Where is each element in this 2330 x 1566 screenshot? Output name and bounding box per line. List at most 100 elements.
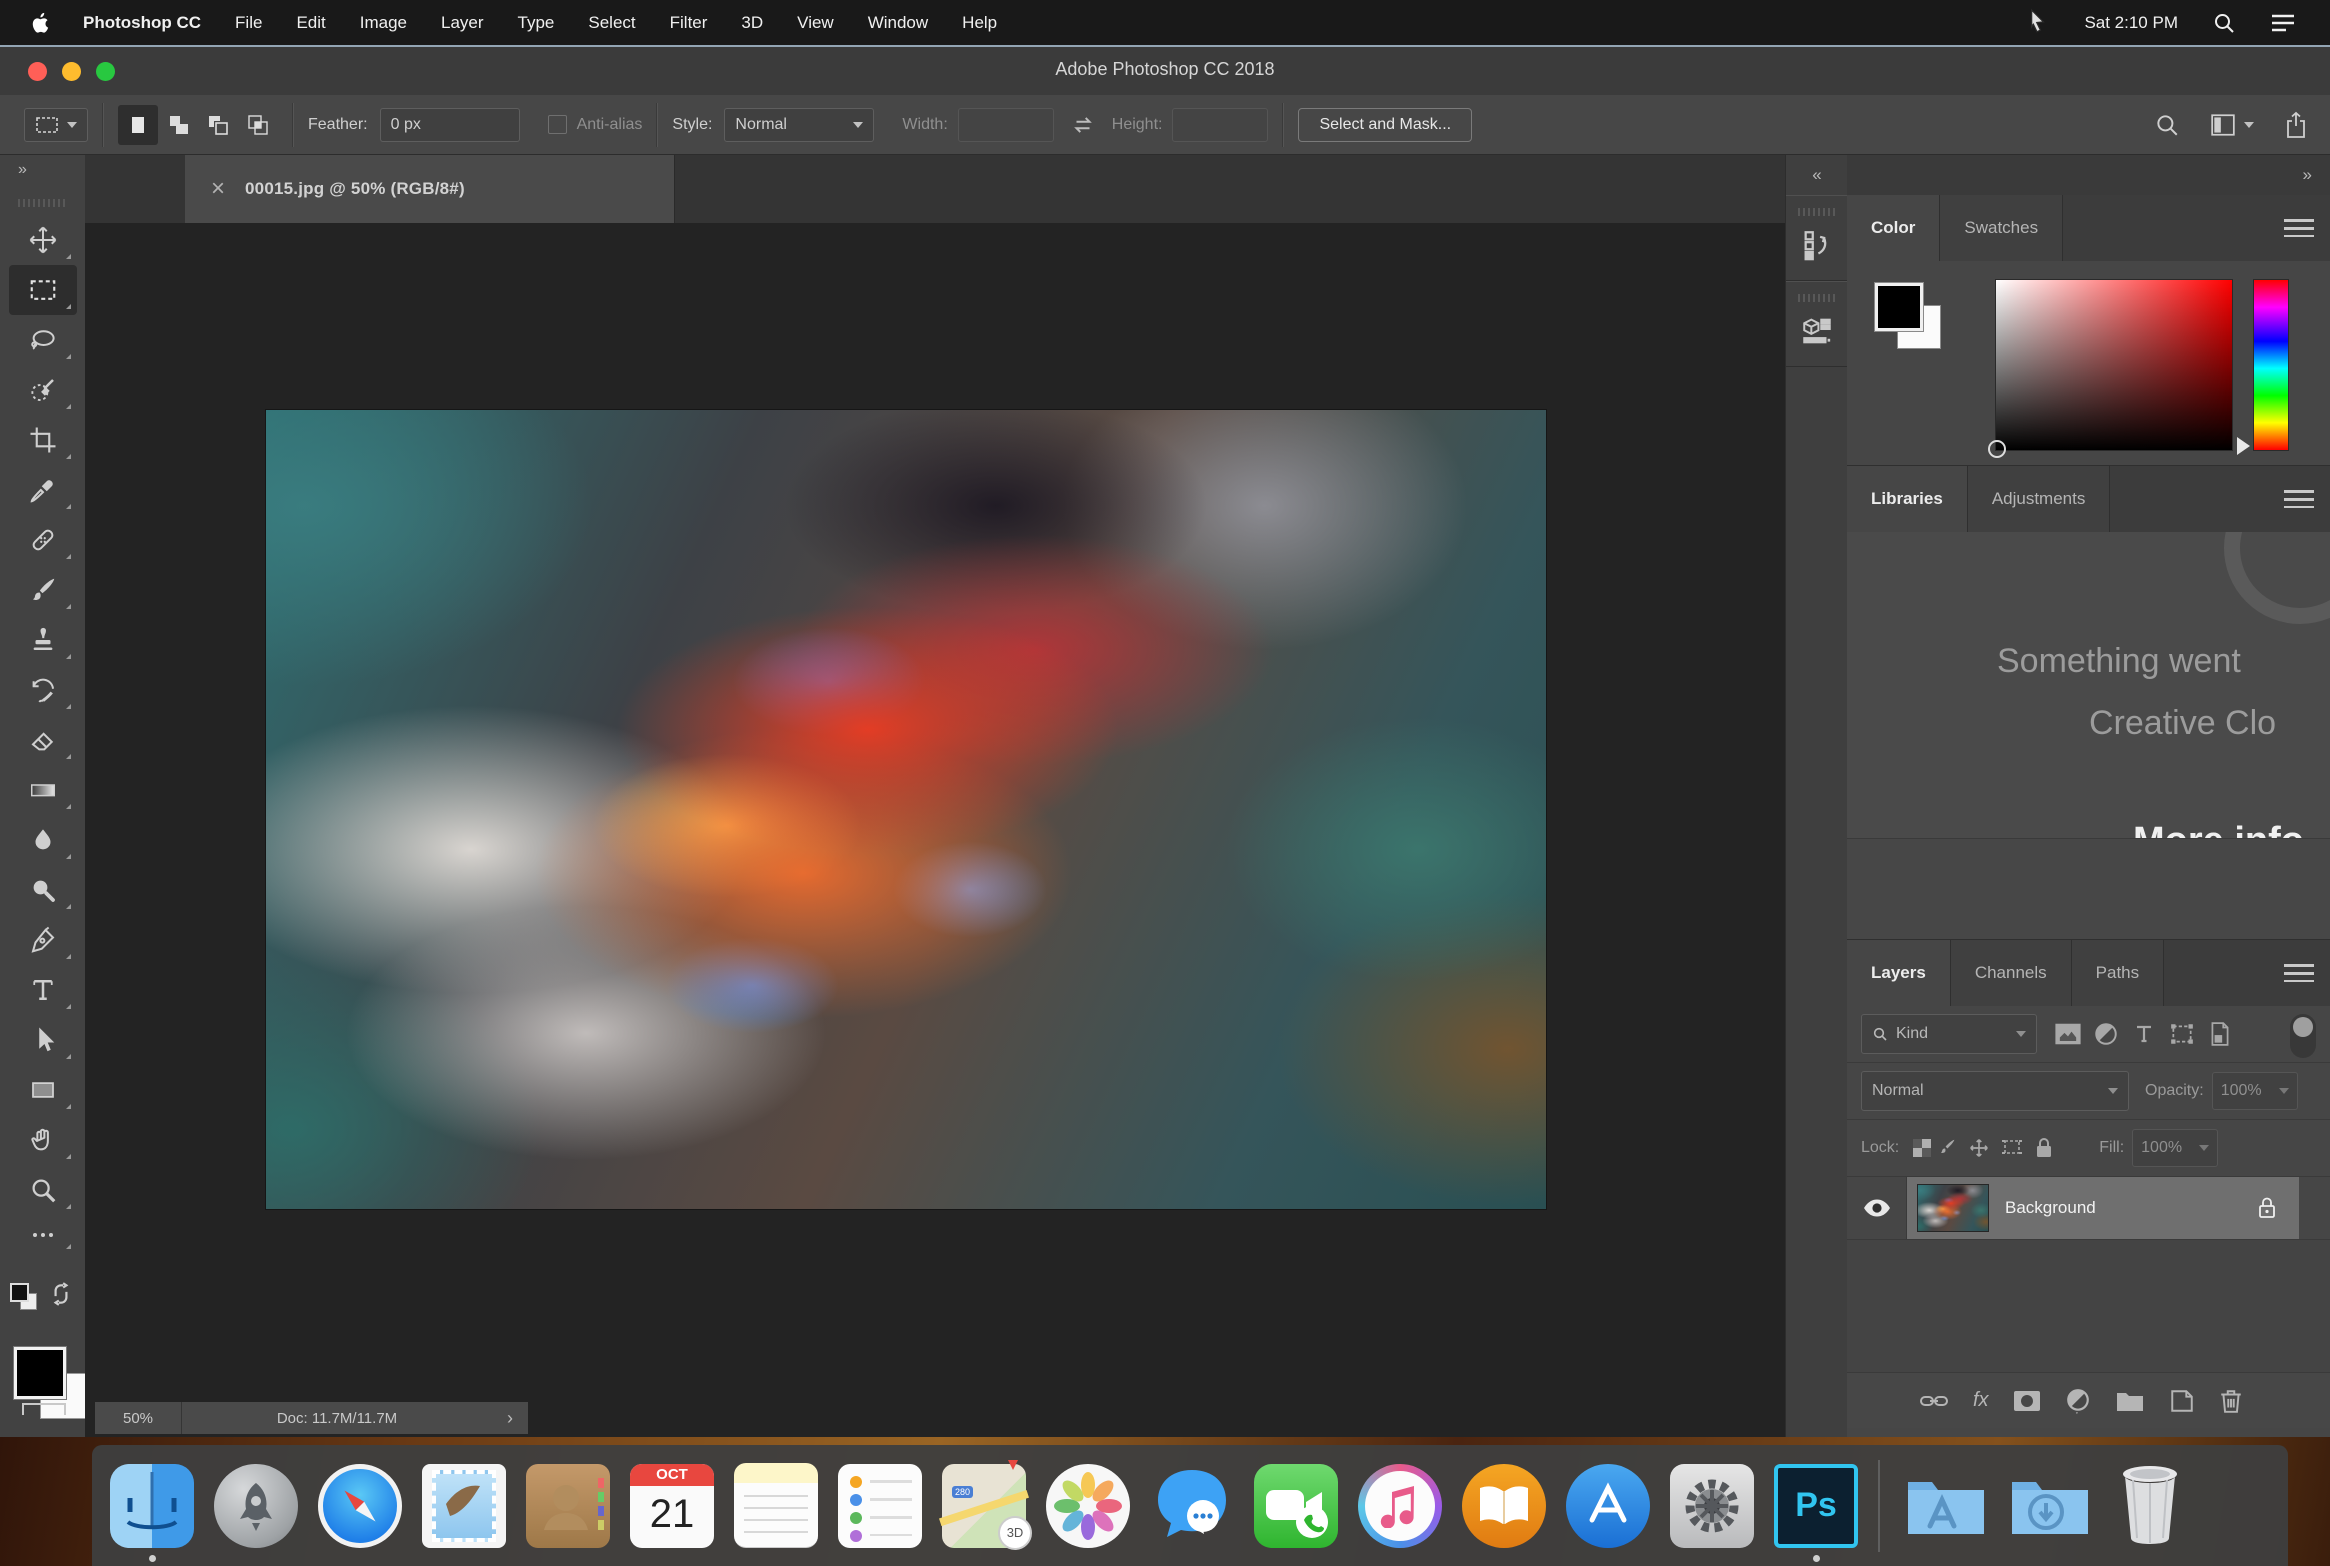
menu-select[interactable]: Select — [588, 13, 635, 33]
hue-ramp[interactable] — [2253, 279, 2289, 451]
3d-panel-button[interactable] — [1786, 281, 1848, 367]
apple-menu[interactable] — [30, 10, 52, 36]
tool-dodge[interactable] — [9, 865, 77, 915]
dock-item-notes[interactable] — [724, 1463, 828, 1548]
anti-alias-checkbox[interactable] — [547, 115, 567, 134]
document-image[interactable] — [266, 410, 1546, 1209]
tool-hand[interactable] — [9, 1115, 77, 1165]
tool-eyedropper[interactable] — [9, 465, 77, 515]
intersect-selection-mode-button[interactable] — [238, 105, 278, 145]
foreground-color-swatch[interactable] — [13, 1346, 67, 1400]
add-layer-mask-icon[interactable] — [2013, 1390, 2041, 1412]
lock-image-pixels-icon[interactable] — [1931, 1128, 1963, 1168]
hue-slider-handle[interactable] — [2237, 437, 2250, 455]
layer-filter-kind-select[interactable]: Kind — [1861, 1014, 2037, 1054]
search-icon[interactable] — [2154, 112, 2180, 138]
dock-item-ibooks[interactable] — [1452, 1463, 1556, 1548]
dock-item-applications-folder[interactable] — [1890, 1464, 1994, 1548]
default-colors-icon[interactable] — [10, 1283, 40, 1313]
tool-eraser[interactable] — [9, 715, 77, 765]
menu-filter[interactable]: Filter — [670, 13, 708, 33]
more-info-link[interactable]: More info — [2133, 820, 2304, 838]
tab-libraries[interactable]: Libraries — [1847, 466, 1968, 532]
menu-type[interactable]: Type — [518, 13, 555, 33]
collapse-panels-chevron[interactable]: « — [1786, 155, 1848, 195]
dock-item-finder[interactable] — [100, 1463, 204, 1562]
dock-item-itunes[interactable] — [1348, 1463, 1452, 1548]
notification-center-icon[interactable] — [2270, 12, 2296, 34]
tool-path-selection[interactable] — [9, 1015, 77, 1065]
shape-layer-filter-icon[interactable] — [2163, 1014, 2201, 1054]
tool-preset-picker[interactable] — [24, 107, 88, 142]
new-selection-mode-button[interactable] — [118, 104, 158, 145]
dock-item-launchpad[interactable] — [204, 1463, 308, 1548]
tool-quick-selection[interactable] — [9, 365, 77, 415]
panel-menu-icon[interactable] — [2284, 219, 2314, 237]
menu-edit[interactable]: Edit — [296, 13, 325, 33]
adjustment-layer-filter-icon[interactable] — [2087, 1014, 2125, 1054]
tab-paths[interactable]: Paths — [2071, 940, 2165, 1006]
color-cursor[interactable] — [1988, 440, 2006, 458]
dock-item-calendar[interactable]: OCT 21 — [620, 1463, 724, 1548]
blend-mode-select[interactable]: Normal — [1861, 1071, 2129, 1111]
new-layer-icon[interactable] — [2169, 1388, 2195, 1414]
menu-image[interactable]: Image — [360, 13, 407, 33]
zoom-level-field[interactable]: 50% — [95, 1402, 182, 1434]
swap-colors-icon[interactable] — [48, 1281, 74, 1307]
tool-history-brush[interactable] — [9, 665, 77, 715]
new-adjustment-layer-icon[interactable] — [2065, 1388, 2091, 1414]
layer-thumbnail[interactable] — [1917, 1184, 1989, 1232]
type-layer-filter-icon[interactable] — [2125, 1014, 2163, 1054]
dock-item-photos[interactable] — [1036, 1463, 1140, 1548]
dock-item-reminders[interactable] — [828, 1463, 932, 1548]
tab-swatches[interactable]: Swatches — [1940, 195, 2064, 261]
layer-style-fx-icon[interactable]: fx — [1973, 1389, 1989, 1412]
smart-object-filter-icon[interactable] — [2201, 1014, 2239, 1054]
select-and-mask-button[interactable]: Select and Mask... — [1298, 107, 1473, 142]
tab-adjustments[interactable]: Adjustments — [1967, 466, 2111, 532]
menu-photoshop[interactable]: Photoshop CC — [83, 13, 201, 33]
tool-clone-stamp[interactable] — [9, 615, 77, 665]
tool-rectangular-marquee[interactable] — [8, 265, 77, 315]
panel-menu-icon[interactable] — [2284, 964, 2314, 982]
opacity-field[interactable]: 100% — [2211, 1072, 2298, 1110]
tool-rectangle-shape[interactable] — [9, 1065, 77, 1115]
expand-panels-chevron[interactable]: » — [1847, 155, 2330, 195]
lock-transparent-pixels-icon[interactable] — [1913, 1139, 1932, 1157]
menu-3d[interactable]: 3D — [741, 13, 763, 33]
tool-spot-healing-brush[interactable] — [9, 515, 77, 565]
tool-zoom[interactable] — [9, 1165, 77, 1215]
layer-name[interactable]: Background — [2005, 1198, 2241, 1218]
document-tab[interactable]: × 00015.jpg @ 50% (RGB/8#) — [185, 155, 675, 223]
height-input[interactable] — [1172, 107, 1269, 142]
menu-file[interactable]: File — [235, 13, 262, 33]
tool-move[interactable] — [9, 215, 77, 265]
link-layers-icon[interactable] — [1919, 1392, 1949, 1410]
pixel-layer-filter-icon[interactable] — [2049, 1014, 2087, 1054]
toolbar-expand-chevron[interactable]: » — [0, 155, 85, 199]
delete-layer-trash-icon[interactable] — [2219, 1388, 2243, 1414]
workspace-switcher[interactable] — [2210, 113, 2254, 137]
tab-channels[interactable]: Channels — [1950, 940, 2072, 1006]
share-icon[interactable] — [2284, 111, 2308, 139]
history-panel-button[interactable] — [1786, 195, 1848, 281]
feather-input[interactable]: 0 px — [379, 107, 520, 142]
layer-row-background[interactable]: Background — [1847, 1177, 2330, 1240]
dock-item-downloads-folder[interactable] — [1994, 1464, 2098, 1548]
layers-list-empty-area[interactable] — [1847, 1240, 2330, 1372]
dock-item-safari[interactable] — [308, 1463, 412, 1548]
add-to-selection-mode-button[interactable] — [158, 105, 198, 145]
saturation-brightness-field[interactable] — [1988, 279, 2233, 458]
subtract-from-selection-mode-button[interactable] — [198, 105, 238, 145]
dock-item-maps[interactable]: 280 3D — [932, 1459, 1036, 1550]
color-foreground-swatch[interactable] — [1874, 282, 1924, 332]
swap-width-height-icon[interactable] — [1070, 112, 1096, 138]
status-options-chevron[interactable]: › — [492, 1402, 528, 1434]
tool-gradient[interactable] — [9, 765, 77, 815]
width-input[interactable] — [957, 107, 1054, 142]
style-select[interactable]: Normal — [724, 107, 875, 142]
menu-help[interactable]: Help — [962, 13, 997, 33]
menubar-clock[interactable]: Sat 2:10 PM — [2084, 13, 2178, 33]
new-group-folder-icon[interactable] — [2115, 1389, 2145, 1413]
dock-item-system-preferences[interactable] — [1660, 1463, 1764, 1548]
